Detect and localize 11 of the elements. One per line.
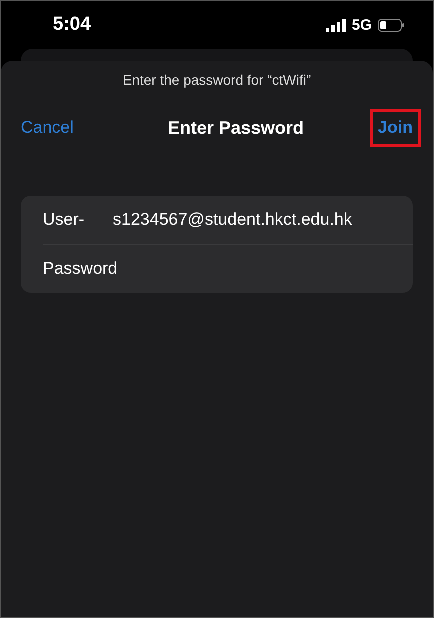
sheet-title: Enter Password bbox=[168, 118, 304, 138]
signal-icon bbox=[326, 18, 346, 32]
field-label: User- bbox=[43, 210, 86, 230]
field-label: Password bbox=[43, 259, 118, 279]
prompt-text: Enter the password for “ctWifi” bbox=[122, 72, 312, 88]
cancel-button[interactable]: Cancel bbox=[21, 118, 74, 138]
network-label: 5G bbox=[352, 16, 372, 34]
join-button[interactable]: Join bbox=[370, 109, 421, 147]
input-field[interactable]: s1234567@student.hkct.edu.hk bbox=[113, 210, 401, 230]
clock-time: 5:04 bbox=[53, 14, 92, 36]
battery-icon bbox=[378, 18, 405, 32]
